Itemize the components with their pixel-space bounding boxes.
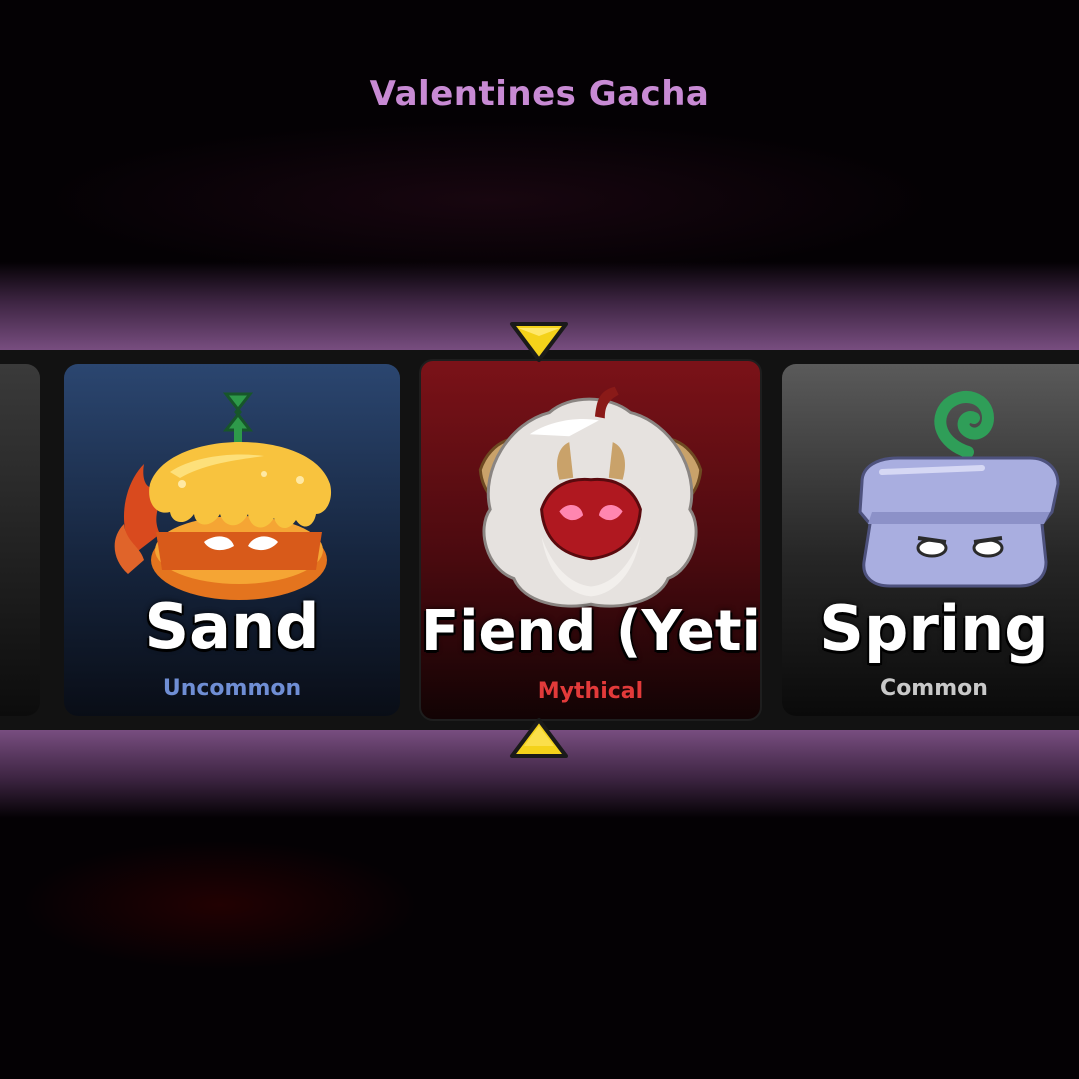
background-glow-top bbox=[40, 120, 940, 280]
sand-fruit-icon bbox=[114, 392, 332, 600]
carousel-card-spring: Spring Common bbox=[782, 364, 1079, 716]
carousel-card-fiend-yeti: Fiend (Yeti) Mythical bbox=[419, 359, 762, 721]
down-arrow-pointer-icon bbox=[510, 322, 568, 362]
rarity-label-mythical: Mythical bbox=[537, 679, 644, 704]
up-arrow-pointer-icon bbox=[510, 718, 568, 758]
rarity-label-uncommon: Uncommon bbox=[162, 676, 302, 701]
carousel-card-partial-left bbox=[0, 364, 40, 716]
fiend-yeti-fruit-icon bbox=[478, 386, 703, 608]
background-glow-bottom bbox=[20, 840, 420, 970]
fruit-name-fiend-yeti: Fiend (Yeti) bbox=[421, 599, 762, 664]
rarity-label-common: Common bbox=[880, 676, 988, 701]
fruit-name-sand: Sand bbox=[144, 590, 320, 663]
carousel-card-sand: Sand Uncommon bbox=[64, 364, 400, 716]
fruit-name-spring: Spring bbox=[819, 592, 1049, 665]
gacha-title: Valentines Gacha bbox=[369, 74, 710, 114]
